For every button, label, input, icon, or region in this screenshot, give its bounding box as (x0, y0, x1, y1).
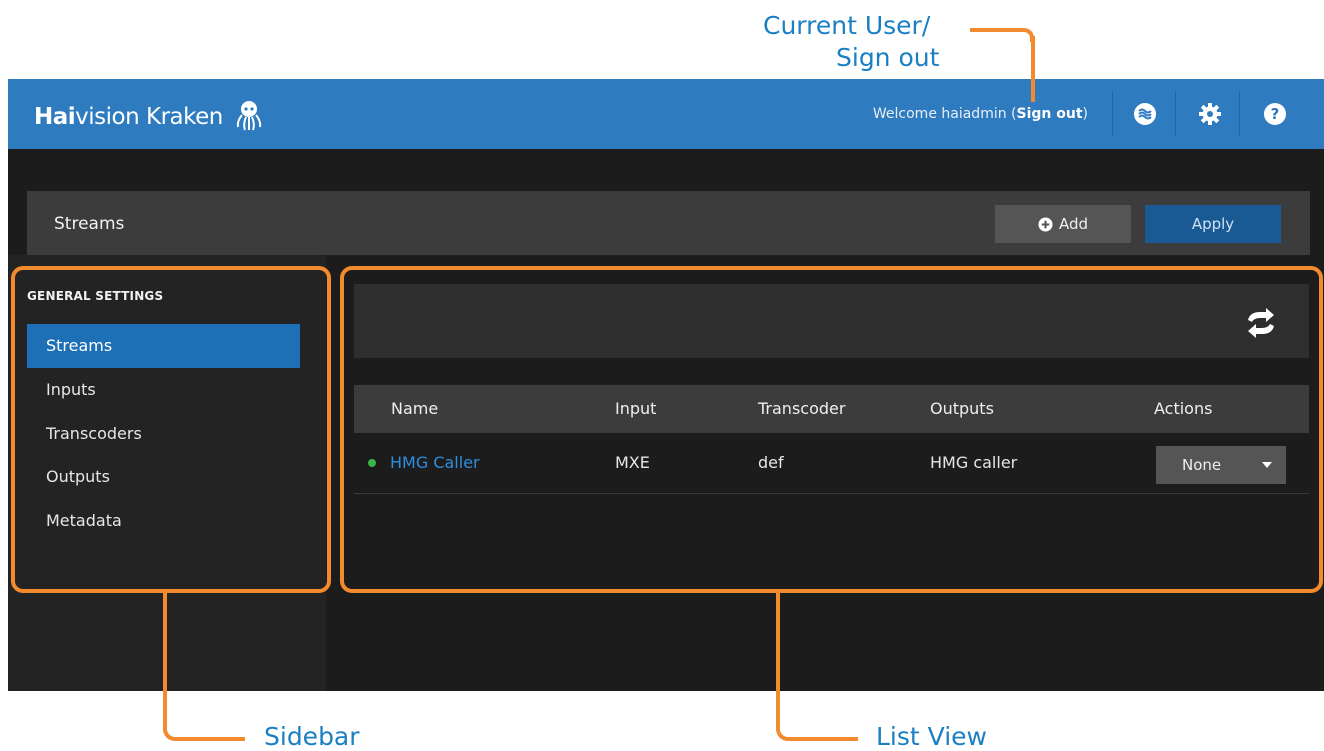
plus-circle-icon (1038, 216, 1053, 232)
gear-icon[interactable] (1193, 97, 1227, 131)
list-view-callout-box (340, 266, 1323, 593)
octopus-icon (236, 101, 261, 131)
annotation-current-user: Current User/ (763, 11, 931, 40)
list-view-leader (776, 589, 858, 741)
annotation-sidebar: Sidebar (264, 722, 360, 751)
add-button[interactable]: Add (995, 205, 1131, 243)
welcome-text: Welcome haiadmin (Sign out) (872, 106, 1088, 122)
page-header: Streams Add Apply (27, 191, 1310, 255)
help-icon[interactable]: ? (1258, 97, 1292, 131)
current-user-leader (970, 28, 1034, 42)
status-icon[interactable] (1128, 97, 1162, 131)
sidebar-leader (163, 589, 245, 741)
top-bar: Haivision Kraken Welcome haiadmin (Sign … (8, 79, 1324, 149)
sign-out-link[interactable]: Sign out (1017, 106, 1083, 122)
divider (1175, 91, 1176, 137)
svg-text:?: ? (1271, 105, 1280, 123)
current-user-leader (1031, 36, 1035, 102)
annotation-sign-out: Sign out (836, 43, 940, 72)
annotation-list-view: List View (876, 722, 987, 751)
app-logo[interactable]: Haivision Kraken (34, 99, 264, 131)
apply-button[interactable]: Apply (1145, 205, 1281, 243)
divider (1239, 91, 1240, 137)
page-title: Streams (54, 214, 125, 234)
sidebar-callout-box (11, 266, 331, 593)
divider (1112, 91, 1113, 137)
